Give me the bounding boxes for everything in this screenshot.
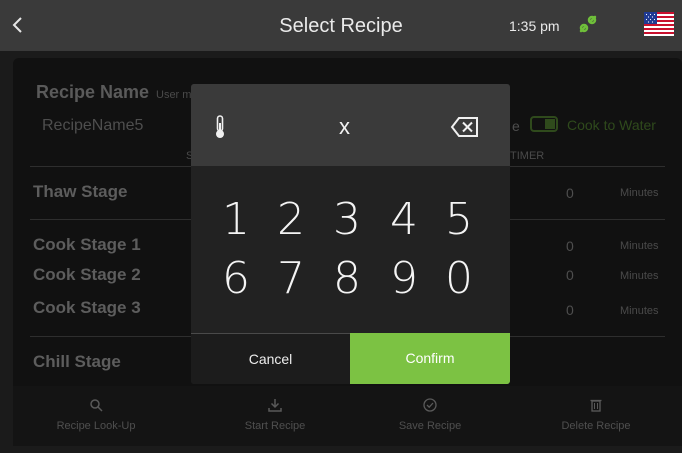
key-4[interactable]: 4: [379, 194, 429, 245]
keypad-keys: 1 2 3 4 5 6 7 8 9 0: [191, 166, 510, 332]
save-recipe-button[interactable]: Save Recipe: [365, 386, 495, 446]
stage-cook-2-value[interactable]: 0: [566, 267, 574, 283]
stage-thaw-value[interactable]: 0: [566, 185, 574, 201]
keypad-header: x: [191, 84, 510, 166]
search-icon: [90, 399, 103, 412]
key-2[interactable]: 2: [266, 194, 316, 245]
recipe-lookup-label: Recipe Look-Up: [56, 420, 136, 432]
stage-cook-1-value[interactable]: 0: [566, 238, 574, 254]
bottom-toolbar: Recipe Look-Up Start Recipe Save Recipe …: [13, 386, 682, 446]
cook-to-water-prefix: e: [512, 118, 520, 134]
confirm-button[interactable]: Confirm: [350, 333, 510, 384]
stage-chill: Chill Stage: [33, 352, 121, 371]
stage-cook-3: Cook Stage 3: [33, 298, 141, 317]
stage-cook-1-unit: Minutes: [620, 240, 659, 252]
us-flag-icon[interactable]: [644, 12, 674, 36]
recipe-name-hint: User m: [156, 89, 192, 101]
key-7[interactable]: 7: [266, 253, 316, 304]
key-8[interactable]: 8: [322, 253, 372, 304]
stage-thaw: Thaw Stage: [33, 182, 128, 201]
key-6[interactable]: 6: [211, 253, 261, 304]
check-circle-icon: [423, 398, 437, 412]
start-recipe-label: Start Recipe: [244, 420, 306, 432]
recipe-name-label: Recipe Name: [36, 82, 150, 102]
thermometer-icon: [216, 115, 224, 138]
key-1[interactable]: 1: [211, 194, 261, 245]
stage-cook-2-unit: Minutes: [620, 270, 659, 282]
stage-cook-2: Cook Stage 2: [33, 265, 141, 284]
key-3[interactable]: 3: [322, 194, 372, 245]
cook-to-water-label: Cook to Water: [567, 117, 656, 133]
start-recipe-button[interactable]: Start Recipe: [210, 386, 340, 446]
trash-icon: [590, 399, 602, 412]
backspace-icon[interactable]: [450, 116, 480, 138]
stage-cook-3-value[interactable]: 0: [566, 302, 574, 318]
recipe-name-field[interactable]: RecipeName5: [42, 117, 143, 135]
keypad-modal: x 1 2 3 4 5 6 7 8 9 0 Cancel Confirm: [191, 84, 510, 384]
stage-cook-1: Cook Stage 1: [33, 235, 141, 254]
timer-column-header: TIMER: [510, 150, 545, 162]
stage-cook-3-unit: Minutes: [620, 305, 659, 317]
delete-recipe-button[interactable]: Delete Recipe: [531, 386, 661, 446]
download-icon: [268, 399, 282, 412]
link-icon[interactable]: [577, 13, 599, 35]
key-9[interactable]: 9: [379, 253, 429, 304]
cook-to-water-toggle[interactable]: [530, 116, 558, 132]
delete-recipe-label: Delete Recipe: [561, 420, 631, 432]
save-recipe-label: Save Recipe: [398, 420, 462, 432]
keypad-display: x: [339, 114, 350, 139]
clock-time: 1:35 pm: [509, 18, 560, 34]
top-bar: Select Recipe 1:35 pm: [0, 0, 682, 51]
key-5[interactable]: 5: [434, 194, 484, 245]
key-0[interactable]: 0: [434, 253, 484, 304]
recipe-lookup-button[interactable]: Recipe Look-Up: [31, 386, 161, 446]
cancel-button[interactable]: Cancel: [191, 333, 350, 384]
stage-thaw-unit: Minutes: [620, 187, 659, 199]
